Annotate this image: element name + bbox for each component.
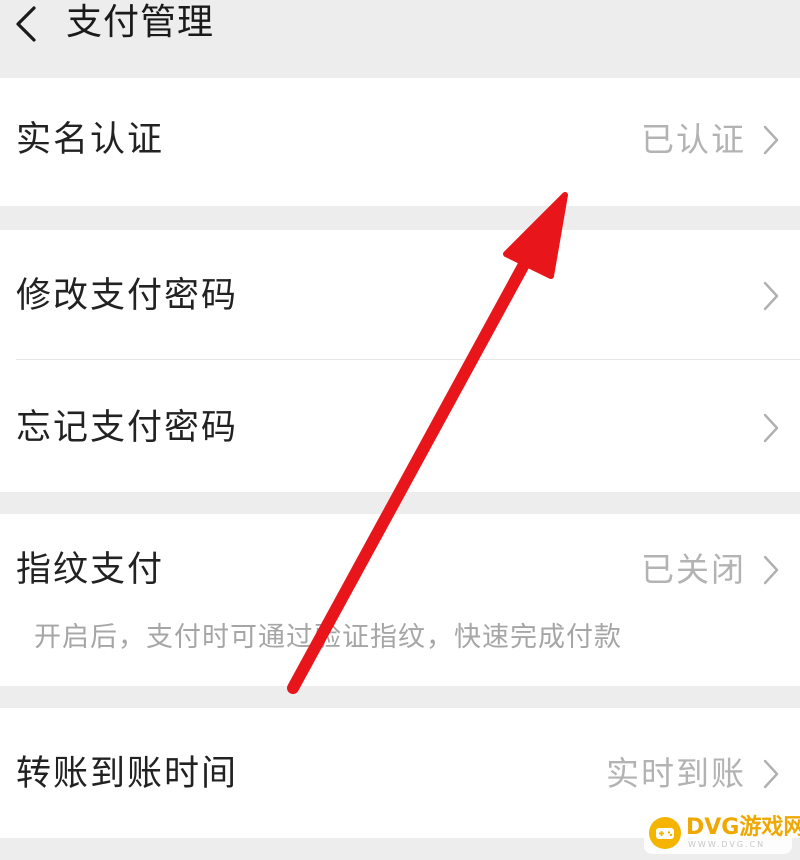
row-label: 修改支付密码: [16, 276, 239, 316]
row-label: 忘记支付密码: [16, 408, 239, 448]
page-title: 支付管理: [66, 2, 215, 43]
chevron-right-icon: [763, 125, 779, 155]
watermark-subtext: WWW.DVG.CN: [688, 840, 766, 849]
row-label: 实名认证: [16, 120, 165, 160]
row-label: 指纹支付: [16, 550, 165, 590]
row-status-value: 实时到账: [606, 754, 746, 793]
row-status-value: 已关闭: [641, 550, 746, 589]
group-identity: 实名认证 已认证: [0, 78, 800, 206]
watermark-text: DVG游戏网: [686, 815, 800, 840]
chevron-right-icon: [763, 281, 779, 311]
nav-header: 支付管理: [0, 0, 800, 78]
row-real-name-verification[interactable]: 实名认证 已认证: [0, 78, 800, 206]
row-fingerprint-payment[interactable]: 指纹支付 已关闭 开启后，支付时可通过验证指纹，快速完成付款: [0, 514, 800, 686]
back-arrow-icon[interactable]: [10, 4, 46, 44]
group-fingerprint: 指纹支付 已关闭 开启后，支付时可通过验证指纹，快速完成付款: [0, 514, 800, 686]
chevron-right-icon: [763, 759, 779, 789]
row-label: 转账到账时间: [16, 754, 239, 794]
dvg-watermark: DVG游戏网 WWW.DVG.CN: [644, 812, 800, 854]
group-password: 修改支付密码 忘记支付密码: [0, 230, 800, 492]
row-status-value: 已认证: [641, 120, 746, 159]
payment-management-screen: 支付管理 实名认证 已认证 修改支付密码 忘记支付密码 指纹支付 已关闭 开启后…: [0, 0, 800, 860]
row-description: 开启后，支付时可通过验证指纹，快速完成付款: [34, 622, 622, 653]
row-forgot-payment-password[interactable]: 忘记支付密码: [0, 360, 800, 492]
row-change-payment-password[interactable]: 修改支付密码: [0, 230, 800, 360]
chevron-right-icon: [763, 413, 779, 443]
gamepad-logo-icon: [649, 817, 681, 849]
chevron-right-icon: [763, 555, 779, 585]
